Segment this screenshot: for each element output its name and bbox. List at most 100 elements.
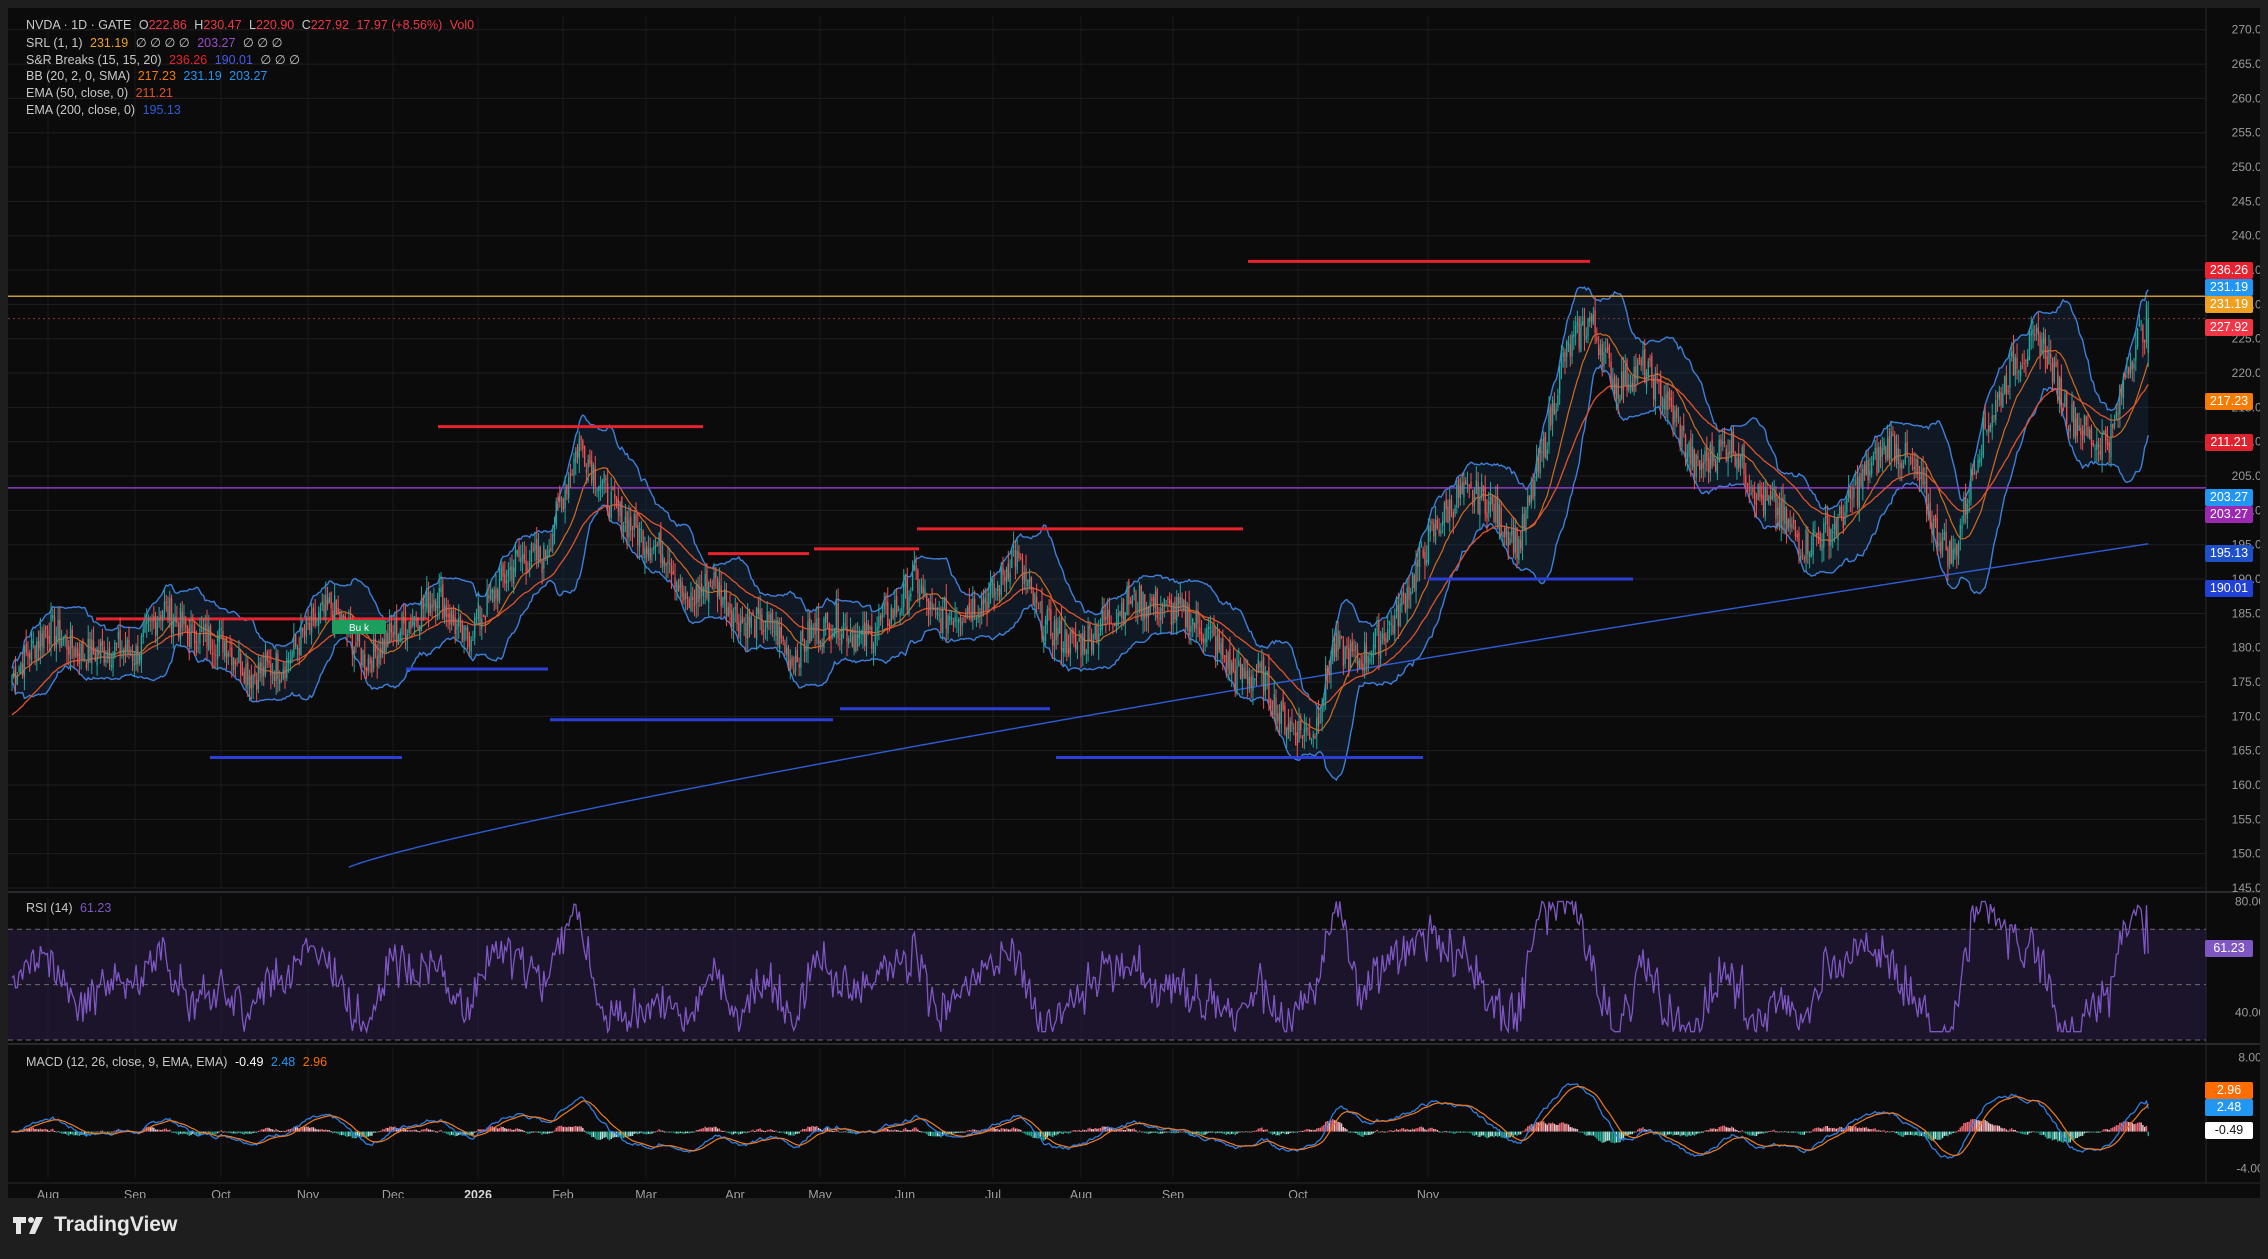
candle-body [55, 635, 57, 649]
macd-histogram-bar [1004, 1128, 1006, 1132]
candle-body [741, 615, 744, 623]
legend-ema50[interactable]: EMA (50, close, 0) 211.21 [26, 86, 177, 100]
candle-body [1016, 550, 1018, 570]
candle-body [1158, 617, 1160, 619]
macd-histogram-bar [1860, 1128, 1862, 1132]
candle-body [1876, 447, 1878, 475]
macd-histogram-bar [413, 1129, 416, 1132]
candle-body [699, 587, 701, 599]
candle-body [805, 648, 807, 653]
macd-histogram-bar [699, 1129, 701, 1132]
macd-histogram-bar [1700, 1131, 1703, 1133]
candle-body [1305, 724, 1307, 732]
candle-body [1505, 527, 1508, 535]
macd-histogram-bar [160, 1129, 162, 1132]
macd-histogram-bar [107, 1131, 109, 1133]
macd-histogram-bar [523, 1131, 526, 1133]
tradingview-brand[interactable]: TradingView [12, 1213, 177, 1237]
chart-canvas[interactable]: 145.00150.00155.00160.00165.00170.00175.… [8, 8, 2260, 1198]
candle-body [91, 639, 93, 664]
price-tag: 231.19 [2205, 296, 2253, 313]
macd-histogram-bar [575, 1125, 577, 1132]
candle-body [190, 624, 192, 648]
candle-body [1853, 487, 1855, 498]
candle-body [1119, 611, 1121, 616]
candle-body [433, 600, 435, 607]
macd-histogram-bar [1874, 1128, 1876, 1132]
macd-histogram-bar [497, 1128, 499, 1132]
macd-histogram-bar [1300, 1130, 1302, 1132]
candle-body [2133, 364, 2135, 369]
legend-sr-breaks[interactable]: S&R Breaks (15, 15, 20) 236.26 190.01 ∅ … [26, 52, 304, 67]
macd-histogram-bar [2019, 1131, 2022, 1134]
candle-body [201, 629, 203, 632]
candle-body [2046, 356, 2048, 369]
candle-body [1151, 597, 1153, 601]
macd-histogram-bar [218, 1131, 221, 1133]
candle-body [468, 637, 471, 647]
candle-body [1082, 633, 1084, 655]
macd-histogram-bar [789, 1131, 791, 1136]
candle-body [1636, 359, 1639, 379]
candle-body [1422, 549, 1424, 557]
macd-histogram-bar [1028, 1131, 1031, 1136]
candle-body [236, 662, 238, 664]
candle-body [1739, 459, 1742, 467]
macd-histogram-bar [2108, 1130, 2110, 1132]
price-tag: 203.27 [2205, 506, 2253, 523]
candle-body [715, 569, 717, 578]
candle-body [1193, 623, 1196, 629]
macd-histogram-bar [688, 1131, 690, 1134]
candle-body [1920, 472, 1922, 480]
candle-body [677, 585, 680, 591]
candle-body [1656, 372, 1658, 375]
x-tick-label: May [808, 1188, 832, 1198]
macd-histogram-bar [1493, 1131, 1495, 1138]
legend-macd[interactable]: MACD (12, 26, close, 9, EMA, EMA) -0.49 … [26, 1055, 331, 1069]
macd-tick-label: 8.00 [2238, 1050, 2260, 1064]
candle-body [1112, 626, 1114, 628]
candle-body [653, 546, 655, 551]
candle-body [624, 516, 627, 523]
candle-body [1282, 697, 1284, 711]
macd-histogram-bar [341, 1131, 343, 1136]
macd-histogram-bar [420, 1129, 423, 1132]
macd-histogram-bar [1739, 1131, 1742, 1133]
candle-body [1449, 498, 1451, 521]
candle-body [2003, 376, 2006, 394]
candle-body [1241, 664, 1243, 684]
candle-body [532, 548, 534, 550]
macd-histogram-bar [1812, 1129, 1814, 1132]
macd-histogram-bar [1355, 1131, 1357, 1133]
candle-body [381, 639, 384, 654]
legend-bb[interactable]: BB (20, 2, 0, SMA) 217.23 231.19 203.27 [26, 69, 271, 83]
symbol-label[interactable]: NVDA · 1D · GATE [26, 18, 131, 32]
candle-body [1551, 400, 1554, 424]
candle-body [1706, 446, 1708, 461]
macd-histogram-bar [330, 1131, 332, 1133]
candle-body [1163, 598, 1165, 607]
candle-body [1883, 442, 1885, 451]
candle-body [949, 616, 951, 621]
candle-body [761, 614, 763, 634]
candle-body [1528, 495, 1531, 503]
macd-histogram-bar [1718, 1127, 1720, 1132]
macd-histogram-bar [348, 1131, 350, 1137]
macd-histogram-bar [1433, 1129, 1435, 1132]
macd-histogram-bar [663, 1131, 666, 1133]
macd-histogram-bar [927, 1131, 930, 1137]
macd-histogram-bar [174, 1131, 176, 1134]
macd-histogram-bar [286, 1129, 288, 1132]
macd-histogram-bar [901, 1130, 903, 1132]
legend-rsi[interactable]: RSI (14) 61.23 [26, 901, 115, 915]
legend-srl[interactable]: SRL (1, 1) 231.19 ∅ ∅ ∅ ∅ 203.27 ∅ ∅ ∅ [26, 35, 287, 50]
macd-histogram-bar [2106, 1129, 2109, 1132]
macd-histogram-bar [1160, 1131, 1162, 1134]
candle-body [380, 648, 382, 658]
candle-body [1066, 631, 1068, 654]
macd-histogram-bar [1303, 1130, 1306, 1132]
candle-body [130, 654, 132, 656]
legend-ema200[interactable]: EMA (200, close, 0) 195.13 [26, 103, 185, 117]
macd-histogram-bar [514, 1128, 517, 1132]
macd-histogram-bar [645, 1131, 648, 1135]
